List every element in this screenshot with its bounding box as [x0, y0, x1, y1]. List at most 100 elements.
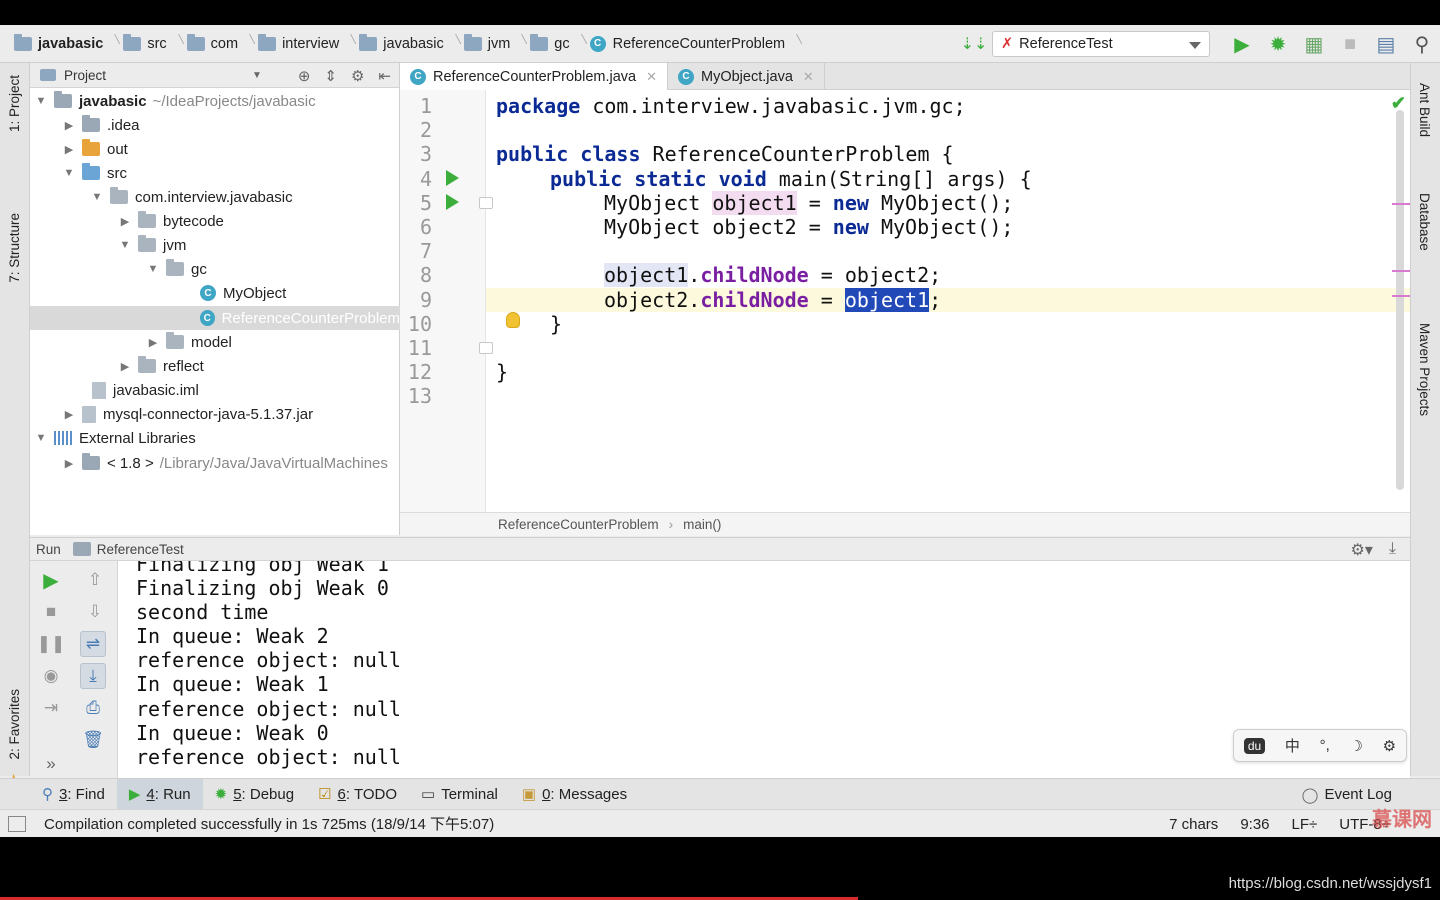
line-separator[interactable]: LF÷ — [1292, 816, 1318, 833]
collapse-icon[interactable]: ⇕ — [324, 67, 337, 85]
rerun-icon[interactable]: ▶ — [38, 567, 64, 593]
tree-item-src[interactable]: ▼ src — [30, 161, 400, 185]
print-icon[interactable]: ⎙ — [80, 695, 106, 721]
scroll-to-end-icon[interactable]: ⤓ — [80, 663, 106, 689]
caret-position[interactable]: 9:36 — [1240, 816, 1269, 833]
run-class-icon[interactable] — [446, 170, 459, 186]
locate-icon[interactable]: ⊕ — [298, 67, 311, 85]
crumb-com[interactable]: com — [173, 25, 244, 63]
fold-icon[interactable] — [479, 197, 493, 209]
tool-maven[interactable]: Maven Projects — [1417, 323, 1432, 416]
ime-punctuation-toggle[interactable]: °, — [1320, 737, 1330, 754]
tool-terminal[interactable]: ▭ Terminal — [409, 779, 510, 810]
trash-icon[interactable]: 🗑 — [80, 727, 106, 753]
tool-find[interactable]: ⚲ 3: Find — [30, 779, 117, 810]
tree-item-myobject[interactable]: C MyObject — [30, 281, 400, 305]
run-method-icon[interactable] — [446, 194, 459, 210]
project-structure-icon[interactable]: ▤ — [1368, 29, 1404, 59]
chevron-down-icon[interactable]: ▼ — [90, 191, 104, 203]
soft-wrap-icon[interactable]: ⇌ — [80, 631, 106, 657]
crumb-javabasic-pkg[interactable]: javabasic — [345, 25, 449, 63]
ime-chinese-toggle[interactable]: 中 — [1285, 735, 1300, 756]
crumb-interview[interactable]: interview — [244, 25, 345, 63]
tree-item-package[interactable]: ▼ com.interview.javabasic — [30, 185, 400, 209]
tree-item-model[interactable]: ▶ model — [30, 330, 400, 354]
error-stripe-marker[interactable] — [1392, 270, 1410, 272]
build-icon[interactable]: ⇣⇣ — [956, 29, 992, 59]
debug-icon[interactable]: ✹ — [1260, 29, 1296, 59]
tool-project[interactable]: 1: Project — [7, 75, 22, 132]
gear-icon[interactable]: ⚙ — [1383, 737, 1396, 755]
gear-icon[interactable]: ⚙▾ — [1351, 540, 1373, 560]
chevron-right-icon[interactable]: ▶ — [146, 336, 160, 349]
tool-favorites[interactable]: 2: Favorites — [7, 689, 22, 760]
crumb-method[interactable]: main() — [683, 517, 721, 532]
error-stripe-marker[interactable] — [1392, 203, 1410, 205]
tree-item-idea[interactable]: ▶ .idea — [30, 113, 400, 137]
fold-icon[interactable] — [479, 342, 493, 354]
chevron-down-icon[interactable]: ▼ — [252, 70, 262, 81]
run-console[interactable]: Finalizing obj Weak 1 Finalizing obj Wea… — [118, 561, 1410, 778]
tree-item-iml[interactable]: javabasic.iml — [30, 378, 400, 402]
run-tab[interactable]: ReferenceTest — [97, 542, 184, 557]
tree-item-jar[interactable]: ▶ mysql-connector-java-5.1.37.jar — [30, 402, 400, 426]
crumb-javabasic[interactable]: javabasic — [0, 25, 109, 63]
moon-icon[interactable]: ☽ — [1350, 737, 1363, 755]
tree-item-referencecounterproblem[interactable]: C ReferenceCounterProblem — [30, 306, 400, 330]
editor-scrollbar[interactable] — [1396, 110, 1404, 490]
crumb-gc[interactable]: gc — [516, 25, 575, 63]
chevron-down-icon[interactable]: ▼ — [34, 95, 48, 107]
down-arrow-icon[interactable]: ⇩ — [82, 599, 108, 625]
chevron-right-icon[interactable]: ▶ — [118, 360, 132, 373]
tool-messages[interactable]: ▣ 0: Messages — [510, 779, 639, 810]
tool-run[interactable]: ▶ 4: Run — [116, 778, 203, 810]
ime-logo-icon[interactable]: du — [1243, 737, 1266, 754]
hide-icon[interactable]: ⇤ — [378, 67, 391, 85]
tool-debug[interactable]: ✹ 5: Debug — [203, 779, 306, 810]
chevron-down-icon[interactable]: ▼ — [62, 167, 76, 179]
close-icon[interactable]: ✕ — [803, 69, 814, 85]
tab-referencecounterproblem[interactable]: C ReferenceCounterProblem.java ✕ — [400, 63, 669, 90]
tool-todo[interactable]: ☑ 6: TODO — [306, 779, 409, 810]
chevron-down-icon[interactable]: ▼ — [34, 432, 48, 444]
close-icon[interactable]: ✕ — [646, 69, 657, 85]
crumb-class[interactable]: ReferenceCounterProblem — [498, 517, 659, 532]
chevron-right-icon[interactable]: ▶ — [62, 408, 76, 421]
more-icon[interactable]: » — [38, 751, 64, 777]
tree-item-external-libraries[interactable]: ▼ External Libraries — [30, 426, 400, 450]
stop-icon[interactable]: ■ — [38, 599, 64, 625]
stop-icon[interactable]: ■ — [1332, 29, 1368, 59]
crumb-class[interactable]: C ReferenceCounterProblem — [576, 25, 791, 63]
run-config-select[interactable]: ✗ ReferenceTest — [992, 31, 1210, 57]
chevron-right-icon[interactable]: ▶ — [118, 215, 132, 228]
camera-icon[interactable]: ◉ — [38, 663, 64, 689]
tool-structure[interactable]: 7: Structure — [7, 213, 22, 283]
code-editor[interactable]: 1 2 3 4 5 6 7 8 9 10 11 12 13 package co… — [400, 90, 1410, 512]
hide-panel-icon[interactable]: ⤓ — [1389, 540, 1396, 560]
tree-item-bytecode[interactable]: ▶ bytecode — [30, 209, 400, 233]
crumb-jvm[interactable]: jvm — [450, 25, 517, 63]
error-stripe-marker[interactable] — [1392, 295, 1410, 297]
tree-item-out[interactable]: ▶ out — [30, 137, 400, 161]
tree-item-jvm[interactable]: ▼ jvm — [30, 233, 400, 257]
chevron-right-icon[interactable]: ▶ — [62, 143, 76, 156]
tree-item-jdk[interactable]: ▶ < 1.8 >/Library/Java/JavaVirtualMachine… — [30, 451, 400, 475]
coverage-icon[interactable]: ▦ — [1296, 29, 1332, 59]
tool-database[interactable]: Database — [1417, 193, 1432, 251]
up-arrow-icon[interactable]: ⇧ — [82, 567, 108, 593]
crumb-src[interactable]: src — [109, 25, 172, 63]
chevron-down-icon[interactable]: ▼ — [118, 239, 132, 251]
tree-item-reflect[interactable]: ▶ reflect — [30, 354, 400, 378]
tree-item-javabasic[interactable]: ▼ javabasic ~/IdeaProjects/javabasic — [30, 89, 400, 113]
tool-ant-build[interactable]: Ant Build — [1417, 83, 1432, 137]
tree-item-gc[interactable]: ▼ gc — [30, 257, 400, 281]
search-icon[interactable]: ⚲ — [1404, 29, 1440, 59]
pause-icon[interactable]: ❚❚ — [37, 631, 66, 657]
toggle-tool-windows-icon[interactable] — [8, 815, 26, 832]
chevron-right-icon[interactable]: ▶ — [62, 457, 76, 470]
run-icon[interactable]: ▶ — [1224, 29, 1260, 59]
tab-myobject[interactable]: C MyObject.java ✕ — [668, 63, 825, 90]
chevron-right-icon[interactable]: ▶ — [62, 119, 76, 132]
gear-icon[interactable]: ⚙ — [351, 67, 364, 85]
login-icon[interactable]: ⇥ — [38, 695, 64, 721]
